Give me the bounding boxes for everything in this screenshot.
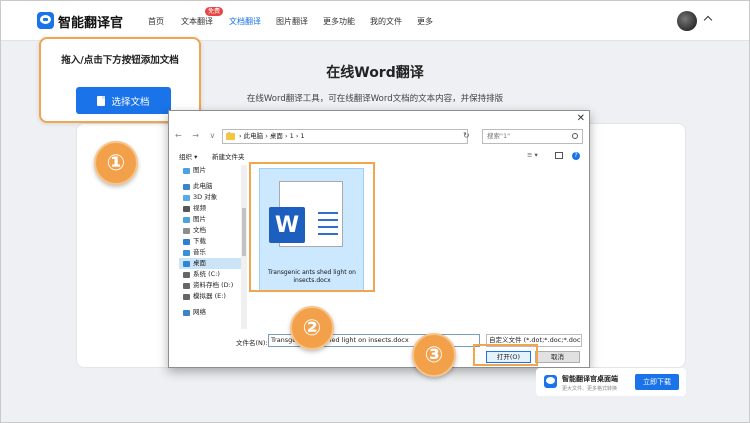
sidebar-item-documents[interactable]: 文档 — [179, 225, 241, 236]
logo-icon — [37, 12, 54, 29]
free-badge: 免费 — [205, 7, 224, 16]
nav-more[interactable]: 更多 — [417, 16, 433, 27]
promo-title: 智能翻译官桌面端 — [562, 375, 618, 383]
nav-my-files[interactable]: 我的文件 — [370, 16, 402, 27]
pictures-icon — [183, 216, 190, 223]
3d-objects-icon — [183, 194, 190, 201]
search-input[interactable]: 搜索"1" — [482, 129, 583, 144]
download-icon — [183, 238, 190, 245]
desktop-icon — [183, 260, 190, 267]
sidebar-item-desktop[interactable]: 桌面 — [179, 258, 241, 269]
select-document-button[interactable]: 选择文档 — [76, 87, 171, 114]
sidebar-item-network[interactable]: 网络 — [179, 307, 241, 318]
sidebar-item-label: 模拟器 (E:) — [193, 292, 226, 300]
select-document-label: 选择文档 — [111, 96, 150, 108]
view-options-icon[interactable]: ≡ ▾ — [527, 151, 538, 159]
address-bar[interactable]: › 此电脑 › 桌面 › 1 › 1 — [222, 129, 468, 144]
help-icon[interactable]: ? — [572, 152, 580, 160]
sidebar-item-label: 文档 — [193, 226, 206, 234]
search-placeholder: 搜索"1" — [487, 132, 511, 140]
video-icon — [183, 205, 190, 212]
document-icon — [97, 95, 106, 106]
step-3-callout: ③ — [412, 333, 456, 377]
refresh-icon[interactable]: ↻ — [463, 131, 470, 140]
sidebar-item-label: 系统 (C:) — [193, 270, 220, 278]
sidebar-item-pictures-quick[interactable]: 图片 — [179, 165, 241, 176]
desktop-promo: 智能翻译官桌面端 更大文件、更多格式转换 立即下载 — [536, 368, 686, 396]
folder-icon — [226, 133, 235, 140]
sidebar-item-pictures[interactable]: 图片 — [179, 214, 241, 225]
step-1-callout: ① — [94, 141, 138, 185]
address-row: ← → ∨ ↑ › 此电脑 › 桌面 › 1 › 1 ↻ 搜索"1" — [169, 129, 589, 145]
preview-pane-icon[interactable] — [555, 152, 563, 159]
sidebar-item-label: 视频 — [193, 204, 206, 212]
sidebar-item-label: 3D 对象 — [193, 193, 218, 201]
dialog-toolbar: 组织 ▾ 新建文件夹 ≡ ▾ ? — [169, 151, 589, 163]
app-name: 智能翻译官 — [58, 16, 124, 31]
chevron-up-icon[interactable] — [703, 15, 713, 25]
sidebar-item-drive-c[interactable]: 系统 (C:) — [179, 269, 241, 280]
cancel-button[interactable]: 取消 — [535, 351, 580, 363]
upload-tip-text: 拖入/点击下方按钮添加文档 — [61, 55, 179, 66]
sidebar-item-3d-objects[interactable]: 3D 对象 — [179, 192, 241, 203]
organize-button[interactable]: 组织 ▾ — [179, 151, 197, 161]
drive-icon — [183, 293, 190, 300]
sidebar-item-label: 网络 — [193, 308, 206, 316]
sidebar-item-downloads[interactable]: 下载 — [179, 236, 241, 247]
search-icon — [572, 133, 578, 139]
nav-doc-translate[interactable]: 文档翻译 — [229, 16, 261, 27]
sidebar-scrollbar[interactable] — [241, 165, 247, 329]
step-2-callout: ② — [290, 306, 334, 350]
sidebar-item-label: 资料存档 (D:) — [193, 281, 234, 289]
sidebar-item-music[interactable]: 音乐 — [179, 247, 241, 258]
sidebar-item-label: 下载 — [193, 237, 206, 245]
promo-subtitle: 更大文件、更多格式转换 — [562, 386, 618, 392]
sidebar-item-drive-e[interactable]: 模拟器 (E:) — [179, 291, 241, 302]
computer-icon — [183, 183, 190, 190]
nav-image-translate[interactable]: 图片翻译 — [276, 16, 308, 27]
nav-home[interactable]: 首页 — [148, 16, 164, 27]
pictures-icon — [183, 167, 190, 174]
music-icon — [183, 249, 190, 256]
file-open-dialog: ✕ ← → ∨ ↑ › 此电脑 › 桌面 › 1 › 1 ↻ 搜索"1" 组织 … — [168, 110, 590, 368]
new-folder-button[interactable]: 新建文件夹 — [212, 151, 245, 161]
breadcrumb: › 此电脑 › 桌面 › 1 › 1 — [239, 132, 305, 140]
filename-label: 文件名(N): — [236, 339, 268, 347]
download-now-button[interactable]: 立即下载 — [635, 374, 679, 390]
documents-icon — [183, 227, 190, 234]
top-nav: 智能翻译官 首页 文本翻译 免费 文档翻译 图片翻译 更多功能 我的文件 更多 — [1, 1, 749, 41]
sidebar-item-label: 图片 — [193, 166, 206, 174]
avatar[interactable] — [677, 11, 697, 31]
drive-icon — [183, 271, 190, 278]
open-highlight-frame — [473, 344, 538, 366]
sidebar-item-label: 桌面 — [193, 259, 206, 267]
drive-icon — [183, 282, 190, 289]
dialog-sidebar: 图片 此电脑 3D 对象 视频 图片 文档 下载 音乐 桌面 系统 (C:) 资… — [179, 165, 241, 329]
desktop-app-icon — [544, 375, 557, 388]
sidebar-item-videos[interactable]: 视频 — [179, 203, 241, 214]
sidebar-item-label: 此电脑 — [193, 182, 213, 190]
sidebar-item-drive-d[interactable]: 资料存档 (D:) — [179, 280, 241, 291]
sidebar-item-this-pc[interactable]: 此电脑 — [179, 181, 241, 192]
file-highlight-frame — [249, 162, 375, 292]
sidebar-item-label: 图片 — [193, 215, 206, 223]
sidebar-item-label: 音乐 — [193, 248, 206, 256]
nav-more-features[interactable]: 更多功能 — [323, 16, 355, 27]
close-icon[interactable]: ✕ — [577, 113, 585, 124]
nav-text-translate[interactable]: 文本翻译 — [181, 16, 213, 27]
network-icon — [183, 309, 190, 316]
